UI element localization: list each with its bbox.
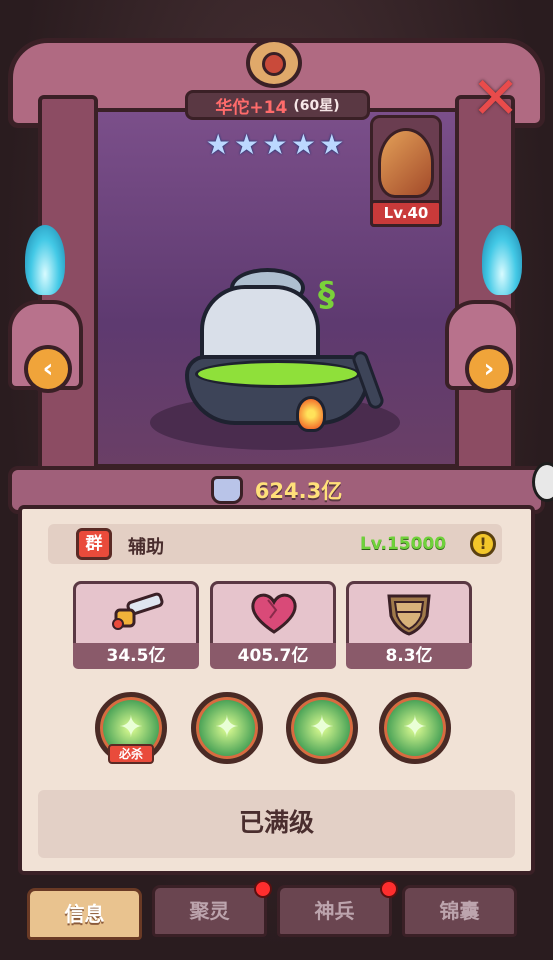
- star-icon: ★: [234, 128, 260, 161]
- roof-eye-pupil: [262, 52, 286, 76]
- faction-badge: 群: [76, 528, 112, 560]
- defense-value: 8.3亿: [346, 643, 472, 669]
- pipa-weapon-icon: [378, 128, 434, 198]
- cauldron-liquid: [195, 360, 360, 388]
- skill-2-icon[interactable]: ✦: [191, 692, 263, 764]
- star-rating: ★ ★ ★ ★ ★: [205, 130, 345, 164]
- star-icon: ★: [319, 128, 345, 161]
- skill-4-icon[interactable]: ✦: [379, 692, 451, 764]
- hero-role: 辅助: [128, 537, 164, 558]
- steam-icon: §: [318, 275, 335, 315]
- tab-info[interactable]: 信息: [27, 888, 142, 940]
- star-icon: ★: [205, 128, 231, 161]
- next-hero-button[interactable]: ›: [465, 345, 513, 393]
- weapon-level: Lv.40: [370, 200, 442, 227]
- max-level-text: 已满级: [238, 808, 314, 837]
- star-icon: ★: [262, 128, 288, 161]
- tab-weapon[interactable]: 神兵: [277, 885, 392, 937]
- close-button[interactable]: ✕: [468, 69, 523, 127]
- heart-icon: [251, 593, 297, 634]
- attack-value: 34.5亿: [73, 643, 199, 669]
- hero-star-count: (60星): [293, 98, 340, 114]
- previous-hero-button[interactable]: ‹: [24, 345, 72, 393]
- tab-spirit[interactable]: 聚灵: [152, 885, 267, 937]
- blue-flame-icon: [25, 225, 65, 295]
- combat-power-value: 624.3亿: [254, 479, 343, 503]
- hero-name-banner: 华佗+14 (60星): [185, 90, 370, 120]
- shield-icon: [387, 594, 431, 636]
- star-icon: ★: [290, 128, 316, 161]
- info-icon[interactable]: !: [470, 531, 496, 557]
- tab-bag[interactable]: 锦囊: [402, 885, 517, 937]
- hero-name: 华佗+14: [215, 97, 288, 118]
- hp-value: 405.7亿: [210, 643, 336, 669]
- skill-3-icon[interactable]: ✦: [286, 692, 358, 764]
- ultimate-skill-tag: 必杀: [108, 744, 154, 764]
- sword-icon: [112, 592, 164, 630]
- fist-power-icon: [210, 476, 243, 504]
- notification-dot: [254, 880, 272, 898]
- blue-flame-icon: [482, 225, 522, 295]
- hero-level: Lv.15000: [360, 534, 447, 554]
- notification-dot: [380, 880, 398, 898]
- fire-icon: [296, 396, 326, 432]
